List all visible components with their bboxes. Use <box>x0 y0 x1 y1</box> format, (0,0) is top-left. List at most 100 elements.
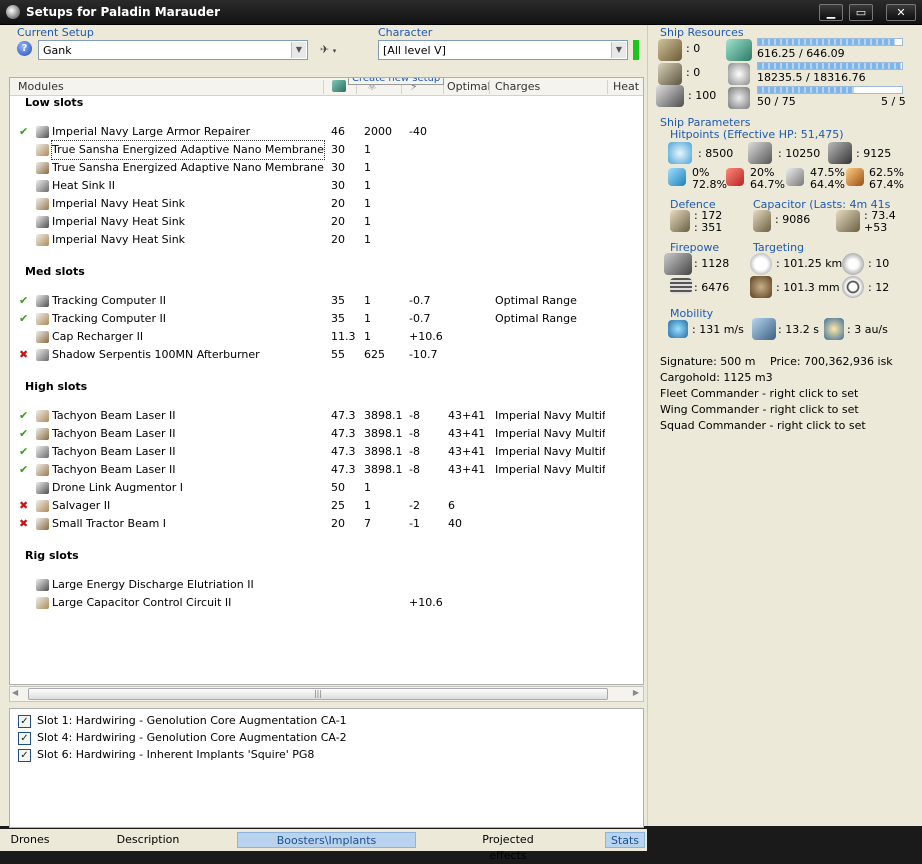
modules-grid[interactable]: Modules ⚛ ⚡ Optimal Charges Heat Create … <box>9 77 644 685</box>
scroll-right-arrow[interactable]: ▶ <box>633 688 639 697</box>
module-optimal: 43+41 <box>448 463 486 476</box>
targeting-range-icon <box>750 253 772 275</box>
module-icon <box>36 198 49 210</box>
checkbox[interactable]: ✓ <box>18 748 31 762</box>
column-optimal[interactable]: Optimal <box>447 80 491 93</box>
module-name: Tachyon Beam Laser II <box>52 409 176 422</box>
module-cpu: 20 <box>331 517 345 530</box>
cargohold: Cargohold: 1125 m3 <box>660 371 773 384</box>
module-row[interactable]: ✔ Tachyon Beam Laser II 47.3 3898.1 -8 43+41 I… <box>10 443 643 461</box>
tab-description[interactable]: Description <box>112 832 184 848</box>
tab-drones[interactable]: Drones <box>10 832 50 848</box>
module-name: Tachyon Beam Laser II <box>52 463 176 476</box>
module-row[interactable]: Imperial Navy Heat Sink 20 1 <box>10 213 643 231</box>
module-charge: Imperial Navy Multifr... <box>495 409 605 422</box>
shield-hp-value: : 8500 <box>698 147 734 160</box>
module-row[interactable]: ✖ Salvager II 25 1 -2 6 <box>10 497 643 515</box>
module-icon <box>36 331 49 343</box>
left-pane: Current Setup ? Gank ▼ ✈ ▾ Character [Al… <box>0 25 647 862</box>
cpu-column-icon[interactable] <box>332 80 346 92</box>
active-check-icon[interactable]: ✔ <box>19 310 31 328</box>
module-cpu: 20 <box>331 233 345 246</box>
module-row[interactable]: ✔ Tracking Computer II 35 1 -0.7 Optimal Rang… <box>10 310 643 328</box>
tab-stats[interactable]: Stats <box>605 832 645 848</box>
active-check-icon[interactable]: ✔ <box>19 407 31 425</box>
module-cap: +10.6 <box>409 596 443 609</box>
module-cpu: 11.3 <box>331 330 356 343</box>
tab-boosters-implants[interactable]: Boosters\Implants <box>237 832 416 848</box>
module-row[interactable]: Imperial Navy Heat Sink 20 1 <box>10 231 643 249</box>
squad-commander[interactable]: Squad Commander - right click to set <box>660 419 866 432</box>
module-row[interactable]: ✔ Tachyon Beam Laser II 47.3 3898.1 -8 43+41 I… <box>10 425 643 443</box>
module-row[interactable]: ✔ Imperial Navy Large Armor Repairer 46 200… <box>10 123 643 141</box>
module-cpu: 30 <box>331 179 345 192</box>
module-row[interactable]: Cap Recharger II 11.3 1 +10.6 <box>10 328 643 346</box>
module-row[interactable]: ✔ Tachyon Beam Laser II 47.3 3898.1 -8 43+41 I… <box>10 461 643 479</box>
offline-cross-icon[interactable]: ✖ <box>19 346 31 364</box>
active-check-icon[interactable]: ✔ <box>19 425 31 443</box>
restore-button[interactable]: ▭ <box>849 4 873 21</box>
fleet-commander[interactable]: Fleet Commander - right click to set <box>660 387 858 400</box>
module-row[interactable]: Imperial Navy Heat Sink 20 1 <box>10 195 643 213</box>
module-icon <box>36 180 49 192</box>
active-check-icon[interactable]: ✔ <box>19 461 31 479</box>
active-check-icon[interactable]: ✔ <box>19 443 31 461</box>
module-icon <box>36 597 49 609</box>
title-bar[interactable]: Setups for Paladin Marauder ▁ ▭ ✕ <box>0 0 922 25</box>
module-row[interactable]: ✔ Tachyon Beam Laser II 47.3 3898.1 -8 43+41 I… <box>10 407 643 425</box>
active-check-icon[interactable]: ✔ <box>19 123 31 141</box>
minimize-button[interactable]: ▁ <box>819 4 843 21</box>
offline-cross-icon[interactable]: ✖ <box>19 515 31 533</box>
module-cap: -40 <box>409 125 427 138</box>
column-modules[interactable]: Modules <box>18 80 64 93</box>
module-row[interactable]: Large Energy Discharge Elutriation II <box>10 576 643 594</box>
chevron-down-icon: ▼ <box>611 42 626 58</box>
hitpoints-label: Hitpoints (Effective HP: 51,475) <box>670 128 844 141</box>
module-name: Salvager II <box>52 499 111 512</box>
module-power: 1 <box>364 312 371 325</box>
close-button[interactable]: ✕ <box>886 4 916 21</box>
implant-item[interactable]: ✓ Slot 6: Hardwiring - Inherent Implants … <box>18 748 314 764</box>
turret-hardpoint-icon <box>658 39 682 61</box>
module-name: Large Capacitor Control Circuit II <box>52 596 232 609</box>
module-row[interactable]: Large Capacitor Control Circuit II +10.6 <box>10 594 643 612</box>
module-cpu: 30 <box>331 143 345 156</box>
implant-item[interactable]: ✓ Slot 4: Hardwiring - Genolution Core Au… <box>18 731 347 747</box>
horizontal-scrollbar[interactable]: ◀ ||| ▶ <box>9 686 644 702</box>
module-cpu: 47.3 <box>331 463 356 476</box>
module-cap: -0.7 <box>409 294 431 307</box>
setup-select[interactable]: Gank ▼ <box>38 40 308 60</box>
checkbox[interactable]: ✓ <box>18 731 31 745</box>
current-setup-label: Current Setup <box>17 26 94 39</box>
character-select[interactable]: [All level V] ▼ <box>378 40 628 60</box>
column-charges[interactable]: Charges <box>495 80 540 93</box>
module-row[interactable]: True Sansha Energized Adaptive Nano Memb… <box>10 140 643 160</box>
help-icon[interactable]: ? <box>17 41 32 56</box>
active-check-icon[interactable]: ✔ <box>19 292 31 310</box>
calibration-value: : 100 <box>688 89 717 102</box>
wing-commander[interactable]: Wing Commander - right click to set <box>660 403 859 416</box>
module-row[interactable]: ✖ Shadow Serpentis 100MN Afterburner 55 625… <box>10 346 643 364</box>
module-name: Small Tractor Beam I <box>52 517 167 530</box>
module-row[interactable]: True Sansha Energized Adaptive Nano Memb… <box>10 159 643 177</box>
implant-item[interactable]: ✓ Slot 1: Hardwiring - Genolution Core Au… <box>18 714 347 730</box>
offline-cross-icon[interactable]: ✖ <box>19 497 31 515</box>
module-row[interactable]: ✔ Tracking Computer II 35 1 -0.7 Optimal Rang… <box>10 292 643 310</box>
scroll-thumb[interactable]: ||| <box>28 688 608 700</box>
module-name: Tachyon Beam Laser II <box>52 445 176 458</box>
module-icon <box>36 446 49 458</box>
tab-projected-effects[interactable]: Projected effects <box>462 832 554 862</box>
module-icon <box>36 126 49 138</box>
module-row[interactable]: Heat Sink II 30 1 <box>10 177 643 195</box>
defence-icon <box>670 210 690 232</box>
module-row[interactable]: Drone Link Augmentor I 50 1 <box>10 479 643 497</box>
module-cpu: 20 <box>331 197 345 210</box>
module-power: 1 <box>364 215 371 228</box>
column-heat[interactable]: Heat <box>613 80 639 93</box>
new-setup-ship-icon[interactable]: ✈ ▾ <box>320 43 346 57</box>
window: Setups for Paladin Marauder ▁ ▭ ✕ Curren… <box>0 0 922 862</box>
checkbox[interactable]: ✓ <box>18 714 31 728</box>
scroll-left-arrow[interactable]: ◀ <box>12 688 18 697</box>
module-row[interactable]: ✖ Small Tractor Beam I 20 7 -1 40 <box>10 515 643 533</box>
module-icon <box>36 482 49 494</box>
